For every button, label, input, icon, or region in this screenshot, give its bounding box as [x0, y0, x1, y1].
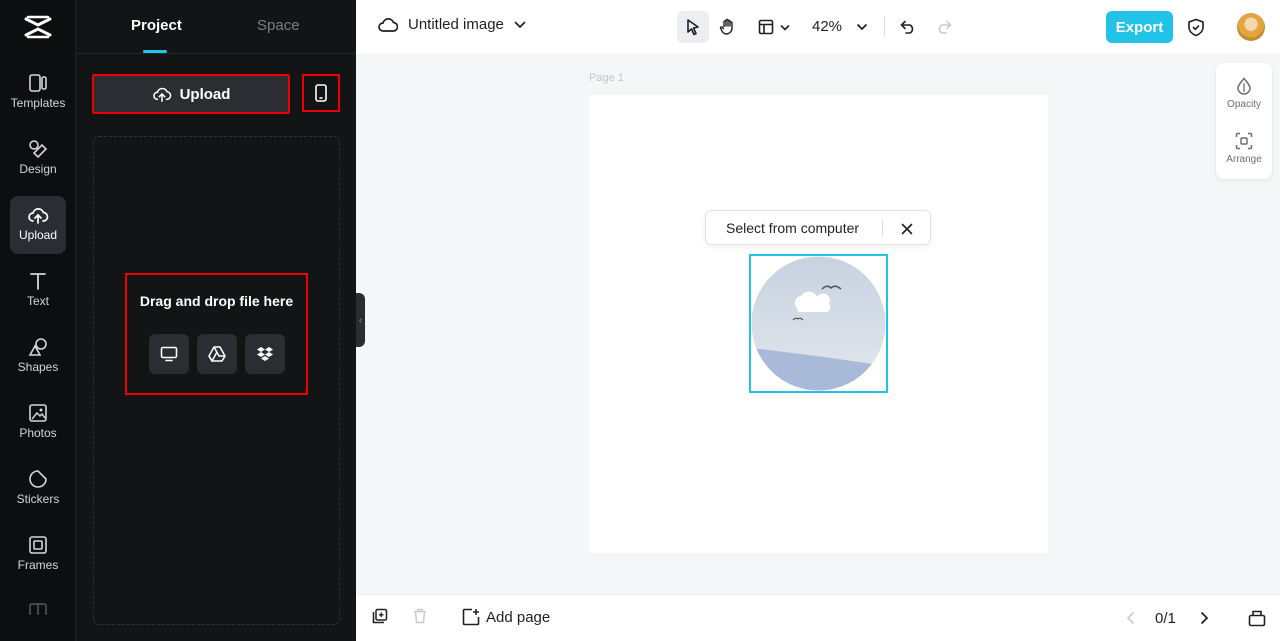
hand-icon: [719, 18, 733, 35]
duplicate-icon: [372, 608, 388, 624]
opacity-label: Opacity: [1227, 99, 1261, 110]
document-title: Untitled image: [408, 16, 504, 33]
upload-from-computer-button[interactable]: [149, 334, 189, 374]
photos-icon: [29, 404, 47, 422]
upload-panel: Project Space Upload Drag and drop file …: [76, 0, 356, 641]
undo-icon: [900, 20, 914, 34]
select-from-computer-popup: Select from computer: [705, 210, 931, 245]
hand-tool-button[interactable]: [712, 11, 744, 43]
upload-button[interactable]: Upload: [92, 74, 290, 114]
left-rail: Templates Design Upload Text Shapes Phot…: [0, 0, 76, 641]
redo-icon: [938, 20, 952, 34]
dropbox-icon: [257, 347, 273, 361]
active-tab-indicator: [143, 50, 167, 53]
upload-cloud-icon: [152, 87, 171, 102]
select-from-computer-button[interactable]: Select from computer: [726, 220, 859, 236]
rail-item-upload[interactable]: Upload: [10, 196, 66, 254]
delete-page-button[interactable]: [413, 608, 427, 624]
rail-item-photos[interactable]: Photos: [10, 394, 66, 452]
arrange-button[interactable]: Arrange: [1216, 132, 1272, 165]
dropzone-sources: Drag and drop file here: [125, 273, 308, 395]
arrange-label: Arrange: [1226, 154, 1262, 165]
upload-button-label: Upload: [179, 85, 231, 103]
phone-icon: [315, 84, 327, 102]
frames-icon: [29, 536, 47, 554]
tab-project[interactable]: Project: [131, 17, 182, 34]
cloud-sync-icon: [378, 17, 398, 32]
popup-divider: [882, 220, 883, 237]
dropzone-source-list: [149, 334, 285, 374]
previous-page-icon[interactable]: [1126, 611, 1135, 625]
zoom-level[interactable]: 42%: [812, 18, 842, 35]
rail-item-label: Templates: [10, 96, 66, 110]
chevron-down-icon: [514, 21, 526, 28]
toolbar-divider: [884, 17, 885, 37]
arrange-icon: [1235, 132, 1253, 150]
rail-item-text[interactable]: Text: [10, 262, 66, 320]
top-bar: Untitled image 42% Export: [356, 0, 1280, 54]
close-icon: [901, 223, 913, 235]
page-manager-icon[interactable]: [1248, 609, 1266, 627]
popup-close-button[interactable]: [896, 218, 918, 240]
redo-button[interactable]: [928, 11, 960, 43]
dropzone-title: Drag and drop file here: [139, 293, 294, 309]
computer-icon: [160, 346, 178, 362]
shield-check-icon[interactable]: [1187, 18, 1205, 37]
rail-item-label: Photos: [19, 426, 57, 440]
select-tool-button[interactable]: [677, 11, 709, 43]
rail-item-frames[interactable]: Frames: [10, 526, 66, 584]
undo-button[interactable]: [892, 11, 924, 43]
avatar[interactable]: [1237, 13, 1265, 41]
upload-cloud-icon: [28, 208, 49, 224]
shapes-icon: [28, 338, 47, 356]
page-label: Page 1: [589, 72, 624, 84]
text-icon: [30, 273, 46, 290]
capcut-logo-icon[interactable]: [24, 14, 52, 40]
google-drive-icon: [208, 346, 226, 362]
image-placeholder[interactable]: [749, 254, 888, 393]
chevron-down-icon: [780, 24, 790, 31]
rail-item-stickers[interactable]: Stickers: [10, 460, 66, 518]
rail-item-label: Frames: [17, 558, 59, 572]
export-button[interactable]: Export: [1106, 11, 1173, 43]
page-counter: 0/1: [1155, 610, 1176, 627]
zoom-chevron-down-icon[interactable]: [856, 23, 868, 31]
opacity-button[interactable]: Opacity: [1216, 77, 1272, 110]
next-page-icon[interactable]: [1200, 611, 1209, 625]
more-tools-icon[interactable]: [29, 603, 47, 615]
rail-item-label: Shapes: [17, 360, 59, 374]
image-placeholder-illustration: [751, 256, 886, 391]
rail-item-label: Stickers: [16, 492, 60, 506]
panel-tabs: Project Space: [76, 0, 356, 54]
upload-from-google-drive-button[interactable]: [197, 334, 237, 374]
rail-item-label: Upload: [18, 228, 58, 242]
templates-icon: [29, 74, 47, 92]
add-page-button[interactable]: Add page: [462, 608, 550, 626]
rail-item-templates[interactable]: Templates: [10, 64, 66, 122]
layout-icon: [758, 19, 774, 35]
trash-icon: [414, 608, 426, 624]
rail-item-shapes[interactable]: Shapes: [10, 328, 66, 386]
cursor-icon: [687, 19, 699, 36]
opacity-icon: [1237, 77, 1251, 95]
tab-space[interactable]: Space: [257, 17, 300, 34]
collapse-panel-handle[interactable]: ‹: [356, 293, 365, 347]
duplicate-page-button[interactable]: [372, 608, 388, 624]
add-page-icon: [462, 608, 480, 626]
side-toolbar: Opacity Arrange: [1216, 63, 1272, 179]
add-page-label: Add page: [486, 608, 551, 626]
document-title-menu[interactable]: Untitled image: [378, 16, 526, 33]
bottom-bar: Add page 0/1: [356, 594, 1280, 641]
layout-menu-button[interactable]: [754, 11, 794, 43]
stickers-icon: [29, 470, 47, 488]
rail-item-design[interactable]: Design: [10, 130, 66, 188]
design-icon: [29, 140, 48, 159]
rail-item-label: Design: [19, 162, 57, 176]
upload-from-dropbox-button[interactable]: [245, 334, 285, 374]
rail-item-label: Text: [26, 294, 49, 308]
upload-from-phone-button[interactable]: [302, 74, 340, 112]
